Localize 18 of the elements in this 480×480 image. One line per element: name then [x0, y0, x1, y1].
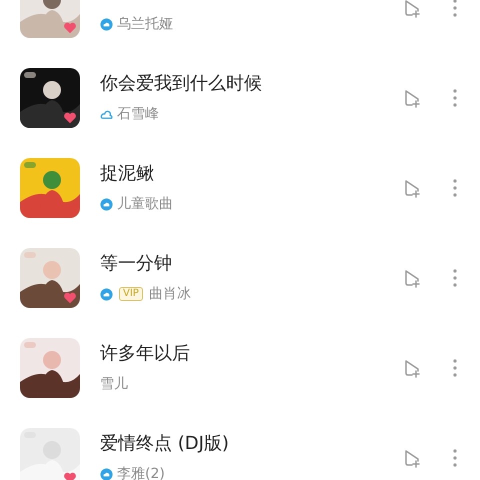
more-icon[interactable]: [452, 0, 458, 18]
more-icon[interactable]: [452, 268, 458, 288]
artist-name: 雪儿: [100, 375, 128, 393]
song-title: 爱情终点 (DJ版): [100, 433, 230, 455]
song-title: 等一分钟: [100, 253, 173, 275]
artist-name: 曲肖冰: [148, 285, 191, 303]
song-title: 许多年以后: [100, 343, 191, 365]
more-icon[interactable]: [452, 88, 458, 108]
song-title: 捉泥鳅: [100, 163, 155, 185]
artist-name: 儿童歌曲: [117, 195, 173, 213]
more-icon[interactable]: [452, 358, 458, 378]
artist-name: 李雅(2): [117, 465, 165, 480]
more-icon[interactable]: [452, 448, 458, 468]
vip-tag: VIP: [119, 287, 143, 301]
artist-name: 石雪峰: [117, 105, 159, 123]
song-title: 你会爱我到什么时候: [100, 73, 263, 95]
more-icon[interactable]: [452, 178, 458, 198]
artist-name: 乌兰托娅: [117, 15, 173, 33]
